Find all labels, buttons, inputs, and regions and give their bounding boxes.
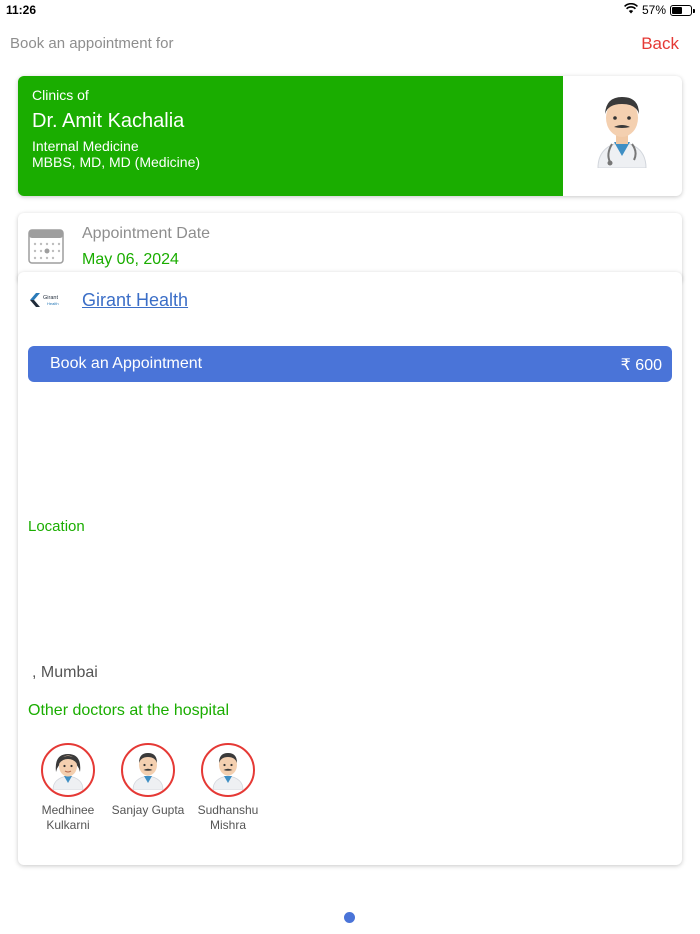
- appointment-price: ₹ 600: [620, 357, 662, 374]
- doctor-specialty: Internal Medicine: [32, 138, 139, 154]
- status-indicators: 57%: [624, 2, 695, 17]
- doctor-avatar: [201, 743, 255, 797]
- other-doctors-list: Medhinee Kulkarni Sanjay Gupta Sudhanshu…: [28, 743, 268, 833]
- male-doctor-icon: [597, 97, 647, 168]
- doctor-avatar: [41, 743, 95, 797]
- battery-nub: [693, 8, 695, 13]
- other-doctor-name: Medhinee Kulkarni: [41, 803, 95, 832]
- hospital-name-link[interactable]: Girant Health: [82, 290, 188, 311]
- appointment-date-value: May 06, 2024: [82, 251, 179, 268]
- doctor-avatar: [121, 743, 175, 797]
- status-bar: 11:26 57%: [0, 0, 700, 20]
- other-doctor-name: Sanjay Gupta: [111, 803, 185, 817]
- calendar-icon: [28, 229, 64, 264]
- doctor-name: Dr. Amit Kachalia: [32, 110, 185, 132]
- battery-icon: [670, 4, 695, 16]
- battery-percent: 57%: [641, 3, 666, 17]
- status-time: 11:26: [6, 3, 37, 17]
- hospital-address: , Mumbai: [32, 664, 98, 681]
- other-doctor-item[interactable]: Medhinee Kulkarni: [28, 743, 108, 833]
- other-doctor-item[interactable]: Sudhanshu Mishra: [188, 743, 268, 833]
- other-doctor-item[interactable]: Sanjay Gupta: [108, 743, 188, 833]
- battery-fill: [672, 6, 683, 14]
- appointment-date-label: Appointment Date: [82, 225, 211, 242]
- location-label: Location: [28, 518, 85, 535]
- doctor-card: Clinics of Dr. Amit Kachalia Internal Me…: [18, 76, 682, 196]
- hospital-card: Girant Health Girant Health Book an Appo…: [18, 272, 682, 865]
- svg-text:Health: Health: [47, 301, 59, 306]
- doctor-degrees: MBBS, MD, MD (Medicine): [32, 154, 201, 170]
- book-appointment-label: Book an Appointment: [50, 355, 203, 372]
- other-doctor-name: Sudhanshu Mishra: [197, 803, 259, 832]
- wifi-icon: [624, 2, 638, 17]
- doctor-info: Clinics of Dr. Amit Kachalia Internal Me…: [18, 76, 563, 196]
- hospital-logo: Girant Health: [30, 293, 59, 307]
- female-doctor-icon: [52, 754, 84, 790]
- back-button[interactable]: Back: [641, 34, 679, 54]
- male-doctor-icon: [212, 753, 244, 790]
- clinics-of-label: Clinics of: [32, 87, 89, 103]
- male-doctor-icon: [132, 753, 164, 790]
- page-indicator-dot[interactable]: [344, 912, 355, 923]
- book-appointment-button[interactable]: Book an Appointment ₹ 600: [28, 346, 672, 382]
- other-doctors-title: Other doctors at the hospital: [28, 702, 229, 719]
- page-title: Book an appointment for: [10, 35, 174, 52]
